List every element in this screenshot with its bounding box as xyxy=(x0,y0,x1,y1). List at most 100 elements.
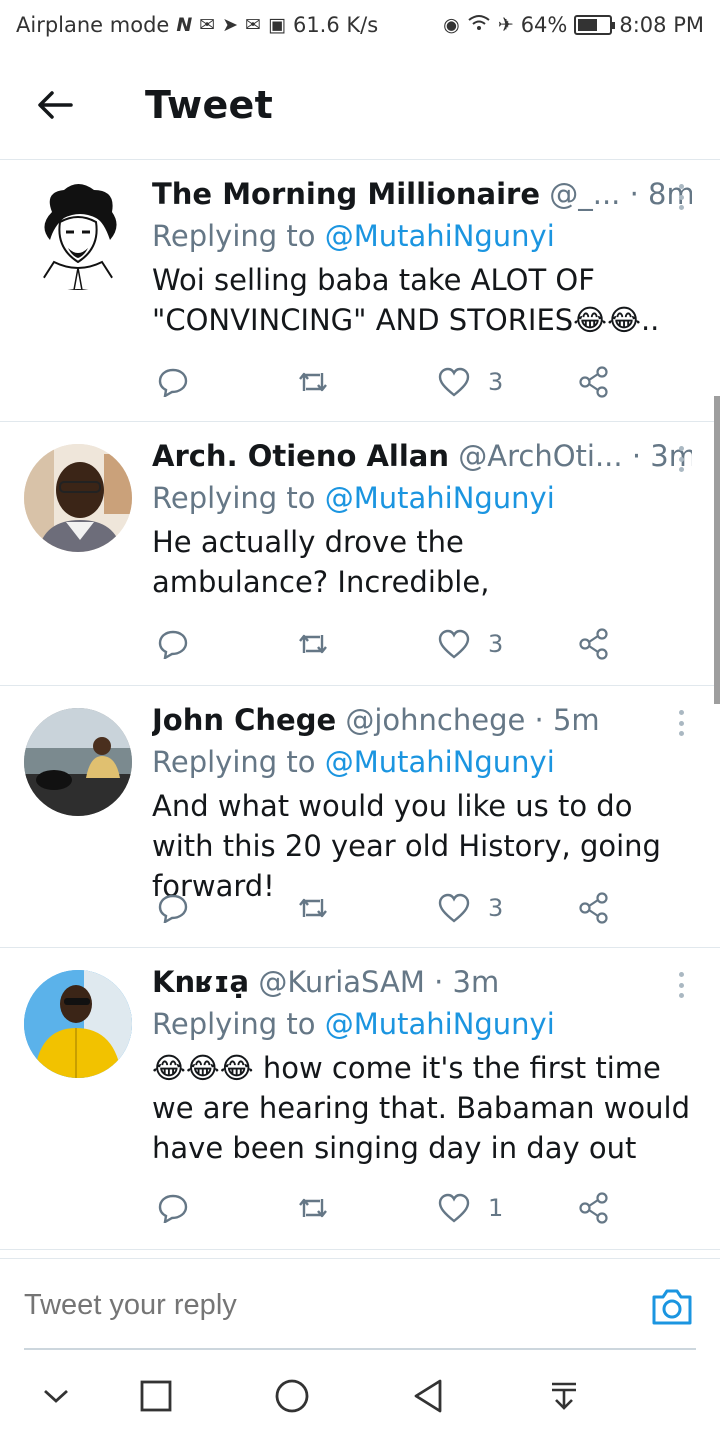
tweet-item[interactable]: John Chege @johnchege · 5m Replying to @… xyxy=(0,686,720,948)
like-button[interactable]: 3 xyxy=(438,622,503,666)
reply-icon[interactable] xyxy=(158,1186,188,1230)
like-button[interactable]: 1 xyxy=(438,1186,503,1230)
tweet-header: Arch. Otieno Allan @ArchOti... · 3m xyxy=(152,436,692,476)
author-handle[interactable]: @_... xyxy=(549,177,620,211)
author-name[interactable]: John Chege xyxy=(152,703,336,737)
app-header: Tweet xyxy=(0,50,720,160)
mail-icon: ✉ xyxy=(199,13,216,36)
replying-label: Replying to xyxy=(152,745,325,779)
replying-to: Replying to @MutahiNgunyi xyxy=(152,476,692,520)
airplane-icon: ✈ xyxy=(497,13,514,36)
like-count: 3 xyxy=(488,368,504,396)
tweet-header: The Morning Millionaire @_... · 8m xyxy=(152,174,692,214)
back-arrow-icon[interactable] xyxy=(30,80,80,130)
status-right: ◉ ✈ 64% 8:08 PM xyxy=(443,13,704,37)
more-options-icon[interactable] xyxy=(670,182,692,212)
share-icon[interactable] xyxy=(578,886,610,930)
mention-link[interactable]: @MutahiNgunyi xyxy=(325,219,555,253)
like-count: 3 xyxy=(488,630,504,658)
reply-bar xyxy=(0,1258,720,1350)
tweet-text: Woi selling baba take ALOT OF "CONVINCIN… xyxy=(152,263,660,337)
heart-icon xyxy=(438,893,470,923)
retweet-icon[interactable] xyxy=(296,360,330,404)
network-speed: 61.6 K/s xyxy=(292,13,379,37)
reply-underline xyxy=(24,1348,696,1350)
reply-icon[interactable] xyxy=(158,886,188,930)
tweet-header: John Chege @johnchege · 5m xyxy=(152,700,692,740)
recent-apps-icon[interactable] xyxy=(136,1376,176,1416)
battery-icon xyxy=(574,15,616,35)
system-nav-bar xyxy=(0,1352,720,1440)
author-handle[interactable]: @johnchege xyxy=(345,703,525,737)
author-handle[interactable]: @KuriaSAM xyxy=(258,965,425,999)
like-button[interactable]: 3 xyxy=(438,886,503,930)
nfc-icon: N xyxy=(176,13,193,36)
avatar[interactable] xyxy=(24,444,132,552)
tweet-header: Knʁɪạ @KuriaSAM · 3m xyxy=(152,962,692,1002)
airplane-mode-label: Airplane mode xyxy=(16,13,170,37)
mention-link[interactable]: @MutahiNgunyi xyxy=(325,481,555,515)
telegram-icon: ➤ xyxy=(222,13,239,36)
avatar[interactable] xyxy=(24,182,132,290)
author-handle[interactable]: @ArchOti... xyxy=(458,439,622,473)
more-options-icon[interactable] xyxy=(670,444,692,474)
tweet-text: He actually drove the ambulance? Incredi… xyxy=(152,525,490,599)
status-bar: Airplane mode N ✉ ➤ ✉ ▣ 61.6 K/s ◉ ✈ 64%… xyxy=(0,0,720,50)
tweet-item[interactable]: The Morning Millionaire @_... · 8m Reply… xyxy=(0,160,720,422)
share-icon[interactable] xyxy=(578,1186,610,1230)
tweet-body: The Morning Millionaire @_... · 8m Reply… xyxy=(152,174,692,340)
replying-label: Replying to xyxy=(152,219,325,253)
author-name[interactable]: Knʁɪạ xyxy=(152,965,249,999)
tweet-time: · 3m xyxy=(434,965,500,999)
avatar[interactable] xyxy=(24,970,132,1078)
author-name[interactable]: Arch. Otieno Allan xyxy=(152,439,449,473)
mention-link[interactable]: @MutahiNgunyi xyxy=(325,745,555,779)
home-icon[interactable] xyxy=(272,1376,312,1416)
battery-percent: 64% xyxy=(520,13,568,37)
tweet-body: Arch. Otieno Allan @ArchOti... · 3m Repl… xyxy=(152,436,692,602)
notification-pull-icon[interactable] xyxy=(544,1376,584,1416)
tweet-item[interactable]: Arch. Otieno Allan @ArchOti... · 3m Repl… xyxy=(0,422,720,686)
tweet-body: John Chege @johnchege · 5m Replying to @… xyxy=(152,700,692,906)
retweet-icon[interactable] xyxy=(296,622,330,666)
author-name[interactable]: The Morning Millionaire xyxy=(152,177,540,211)
eye-icon: ◉ xyxy=(443,13,460,36)
wifi-icon xyxy=(467,13,491,37)
status-left: Airplane mode N ✉ ➤ ✉ ▣ 61.6 K/s xyxy=(16,13,378,37)
tweet-item[interactable]: Knʁɪạ @KuriaSAM · 3m Replying to @Mutahi… xyxy=(0,948,720,1250)
tweet-text: 😂😂😂 how come it's the first time we are … xyxy=(152,1051,690,1165)
like-count: 1 xyxy=(488,1194,504,1222)
like-count: 3 xyxy=(488,894,504,922)
reply-icon[interactable] xyxy=(158,622,188,666)
camera-icon[interactable] xyxy=(650,1287,694,1331)
heart-icon xyxy=(438,629,470,659)
back-nav-icon[interactable] xyxy=(408,1376,448,1416)
avatar[interactable] xyxy=(24,708,132,816)
reply-icon[interactable] xyxy=(158,360,188,404)
chevron-down-icon[interactable] xyxy=(36,1376,76,1416)
tweet-actions: 3 xyxy=(152,360,622,404)
tweet-body: Knʁɪạ @KuriaSAM · 3m Replying to @Mutahi… xyxy=(152,962,692,1168)
heart-icon xyxy=(438,1193,470,1223)
scrollbar[interactable] xyxy=(714,396,720,704)
page-title: Tweet xyxy=(145,83,274,127)
share-icon[interactable] xyxy=(578,622,610,666)
more-options-icon[interactable] xyxy=(670,970,692,1000)
mention-link[interactable]: @MutahiNgunyi xyxy=(325,1007,555,1041)
retweet-icon[interactable] xyxy=(296,886,330,930)
replying-label: Replying to xyxy=(152,481,325,515)
replying-to: Replying to @MutahiNgunyi xyxy=(152,740,692,784)
mail-icon: ✉ xyxy=(245,13,261,36)
share-icon[interactable] xyxy=(578,360,610,404)
heart-icon xyxy=(438,367,470,397)
tweet-actions: 3 xyxy=(152,622,622,666)
like-button[interactable]: 3 xyxy=(438,360,503,404)
more-options-icon[interactable] xyxy=(670,708,692,738)
tweet-time: · 5m xyxy=(534,703,600,737)
reply-input[interactable] xyxy=(24,1277,584,1333)
tweet-actions: 3 xyxy=(152,886,622,930)
replying-to: Replying to @MutahiNgunyi xyxy=(152,1002,692,1046)
retweet-icon[interactable] xyxy=(296,1186,330,1230)
app-icon: ▣ xyxy=(268,13,286,36)
clock: 8:08 PM xyxy=(619,13,704,37)
